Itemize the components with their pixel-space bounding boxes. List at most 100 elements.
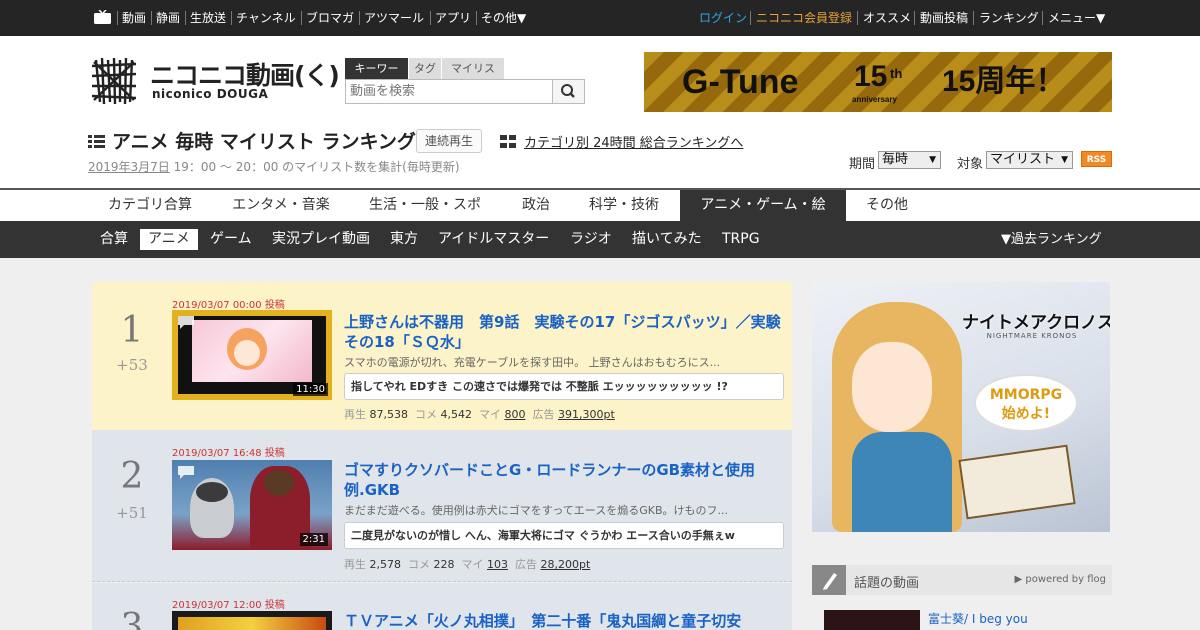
cat-life[interactable]: 生活・一般・スポ	[354, 190, 496, 221]
date-link[interactable]: 2019年3月7日	[88, 160, 170, 174]
video-description: まだまだ遊べる。使用例は赤犬にゴマをすってエースを煽るGKB。けものフ...	[344, 504, 729, 517]
comment-bubble-icon	[178, 466, 194, 479]
search-button[interactable]	[552, 79, 585, 104]
nav-upload[interactable]: 動画投稿	[920, 0, 968, 36]
nav-channel[interactable]: チャンネル	[236, 0, 296, 36]
ad-game-title: ナイトメアクロノス	[962, 313, 1110, 333]
target-select[interactable]: マイリスト ▼	[986, 151, 1073, 169]
nav-apps[interactable]: アプリ	[435, 0, 471, 36]
banner-text: 15周年！	[942, 65, 1066, 98]
past-ranking-toggle[interactable]: ▼過去ランキング	[1001, 221, 1102, 258]
video-thumbnail[interactable]: 2:31	[172, 460, 332, 550]
cat-politics[interactable]: 政治	[504, 190, 568, 221]
register-link[interactable]: ニコニコ会員登録	[756, 0, 852, 36]
search-input[interactable]	[345, 79, 553, 104]
ranking-item: 3 2019/03/07 12:00 投稿 ＴＶアニメ「火ノ丸相撲」 第二十番「…	[92, 583, 792, 630]
page-title: アニメ 毎時 マイリスト ランキング	[112, 131, 416, 153]
period-label: 期間	[849, 157, 876, 172]
nav-recommend[interactable]: オススメ	[863, 0, 911, 36]
niconico-logo[interactable]: ニコニコ動画(く) niconico DOUGA	[90, 56, 340, 106]
sub-touhou[interactable]: 東方	[390, 221, 418, 258]
video-title-link[interactable]: 上野さんは不器用 第9話 実験その17「ジゴスパッツ」／実験その18「ＳＱ水」	[344, 312, 784, 352]
view-count: 87,538	[369, 408, 409, 421]
sidebar-game-ad[interactable]: ナイトメアクロノス NIGHTMARE KRONOS MMORPG 始めよ!	[812, 282, 1110, 532]
sub-letsplay[interactable]: 実況プレイ動画	[272, 221, 370, 258]
sub-anime[interactable]: アニメ	[140, 229, 198, 250]
category-grid-icon	[500, 135, 516, 148]
cat-entertainment[interactable]: エンタメ・音楽	[216, 190, 346, 221]
search-icon	[561, 84, 575, 98]
search-tab-mylist[interactable]: マイリスト	[442, 58, 504, 96]
subcategory-nav: 合算 アニメ ゲーム 実況プレイ動画 東方 アイドルマスター ラジオ 描いてみた…	[0, 221, 1200, 258]
nav-live[interactable]: 生放送	[190, 0, 226, 36]
latest-comments: 二度見がないのが惜し へん、海軍大将にゴマ ぐうかわ エース合いの手無ぇw	[344, 522, 784, 549]
nav-blomaga[interactable]: ブロマガ	[306, 0, 354, 36]
sub-all[interactable]: 合算	[100, 221, 128, 258]
nav-atsumaru[interactable]: アツマール	[364, 0, 424, 36]
niconico-tv-icon[interactable]	[94, 10, 111, 24]
mylist-label: マイ	[461, 558, 484, 571]
nav-seiga[interactable]: 静画	[156, 0, 180, 36]
latest-comments: 指してやれ EDすき この速さでは爆発では 不整脈 エッッッッッッッッッ !?	[344, 373, 784, 400]
hot-videos-title: 話題の動画	[854, 576, 920, 591]
sub-drawing[interactable]: 描いてみた	[632, 221, 702, 258]
cat-anime-game[interactable]: アニメ・ゲーム・絵	[680, 190, 846, 221]
post-date: 2019/03/07 12:00 投稿	[172, 600, 285, 611]
nav-ranking[interactable]: ランキング	[979, 0, 1039, 36]
dropdown-arrow-icon: ▼	[1061, 155, 1068, 165]
video-stats: 再生 2,578 コメ 228 マイ 103 広告 28,200pt	[344, 556, 590, 572]
cat-other[interactable]: その他	[852, 190, 922, 221]
hot-video-thumbnail[interactable]	[824, 610, 920, 630]
nav-other-menu[interactable]: その他▼	[481, 0, 526, 36]
login-link[interactable]: ログイン	[699, 0, 747, 36]
video-title-link[interactable]: ゴマすりクソバードことG・ロードランナーのGB素材と使用例.GKB	[344, 460, 784, 500]
ranking-item: 2 +51 2019/03/07 16:48 投稿 2:31 ゴマすりクソバード…	[92, 430, 792, 582]
nav-menu[interactable]: メニュー▼	[1048, 0, 1105, 36]
nav-video[interactable]: 動画	[122, 0, 146, 36]
cat-science[interactable]: 科学・技術	[576, 190, 672, 221]
sub-trpg[interactable]: TRPG	[722, 221, 760, 258]
hot-video-title[interactable]: 富士葵/ I beg you	[928, 610, 1028, 627]
mylist-count[interactable]: 800	[505, 408, 526, 421]
ad-label: 広告	[515, 558, 537, 571]
powered-by-flog[interactable]: ▶ powered by flog	[1015, 574, 1106, 585]
rank-number: 1	[120, 310, 144, 351]
post-date: 2019/03/07 16:48 投稿	[172, 448, 285, 459]
comment-count: 228	[433, 558, 455, 571]
cat-all[interactable]: カテゴリ合算	[92, 190, 208, 221]
global-nav-bar: 動画 静画 生放送 チャンネル ブロマガ アツマール アプリ その他▼ ログイン…	[0, 0, 1200, 36]
banner-anniversary: anniversary	[852, 95, 897, 104]
sub-idolmaster[interactable]: アイドルマスター	[438, 221, 549, 258]
comments-label: コメ	[415, 408, 437, 421]
rank-change: +53	[116, 356, 148, 374]
period-value: 毎時	[882, 152, 909, 167]
video-thumbnail[interactable]	[172, 611, 332, 630]
views-label: 再生	[344, 558, 366, 571]
video-title-link[interactable]: ＴＶアニメ「火ノ丸相撲」 第二十番「鬼丸国綱と童子切安	[344, 611, 784, 630]
ad-game-subtitle: NIGHTMARE KRONOS	[986, 332, 1078, 340]
view-count: 2,578	[369, 558, 402, 571]
views-label: 再生	[344, 408, 366, 421]
mylist-count[interactable]: 103	[487, 558, 508, 571]
search-tab-tag[interactable]: タグ	[409, 58, 441, 79]
video-stats: 再生 87,538 コメ 4,542 マイ 800 広告 391,300pt	[344, 406, 615, 422]
gtune-ad-banner[interactable]: G-Tune 15 th anniversary 15周年！	[644, 52, 1112, 112]
post-date: 2019/03/07 00:00 投稿	[172, 300, 285, 311]
sub-radio[interactable]: ラジオ	[570, 221, 612, 258]
comment-bubble-icon	[178, 316, 194, 329]
search-tab-keyword[interactable]: キーワード	[345, 58, 408, 96]
video-thumbnail[interactable]: 11:30	[172, 310, 332, 400]
ad-points[interactable]: 28,200pt	[541, 558, 591, 571]
banner-brand: G-Tune	[682, 63, 799, 101]
ad-label: 広告	[532, 408, 555, 421]
ranking-item: 1 +53 2019/03/07 00:00 投稿 11:30 上野さんは不器用…	[92, 282, 792, 430]
continuous-play-button[interactable]: 連続再生	[416, 129, 482, 153]
sub-game[interactable]: ゲーム	[210, 221, 252, 258]
category-24h-ranking-link[interactable]: カテゴリ別 24時間 総合ランキングへ	[524, 132, 743, 151]
period-select[interactable]: 毎時 ▼	[878, 151, 941, 169]
ad-points[interactable]: 391,300pt	[558, 408, 615, 421]
comments-label: コメ	[408, 558, 430, 571]
date-range-text: 19：00 ～ 20：00 のマイリスト数を集計(毎時更新)	[169, 160, 460, 174]
rss-button[interactable]: RSS	[1081, 151, 1112, 167]
hot-videos-header: 話題の動画 ▶ powered by flog	[812, 565, 1112, 595]
